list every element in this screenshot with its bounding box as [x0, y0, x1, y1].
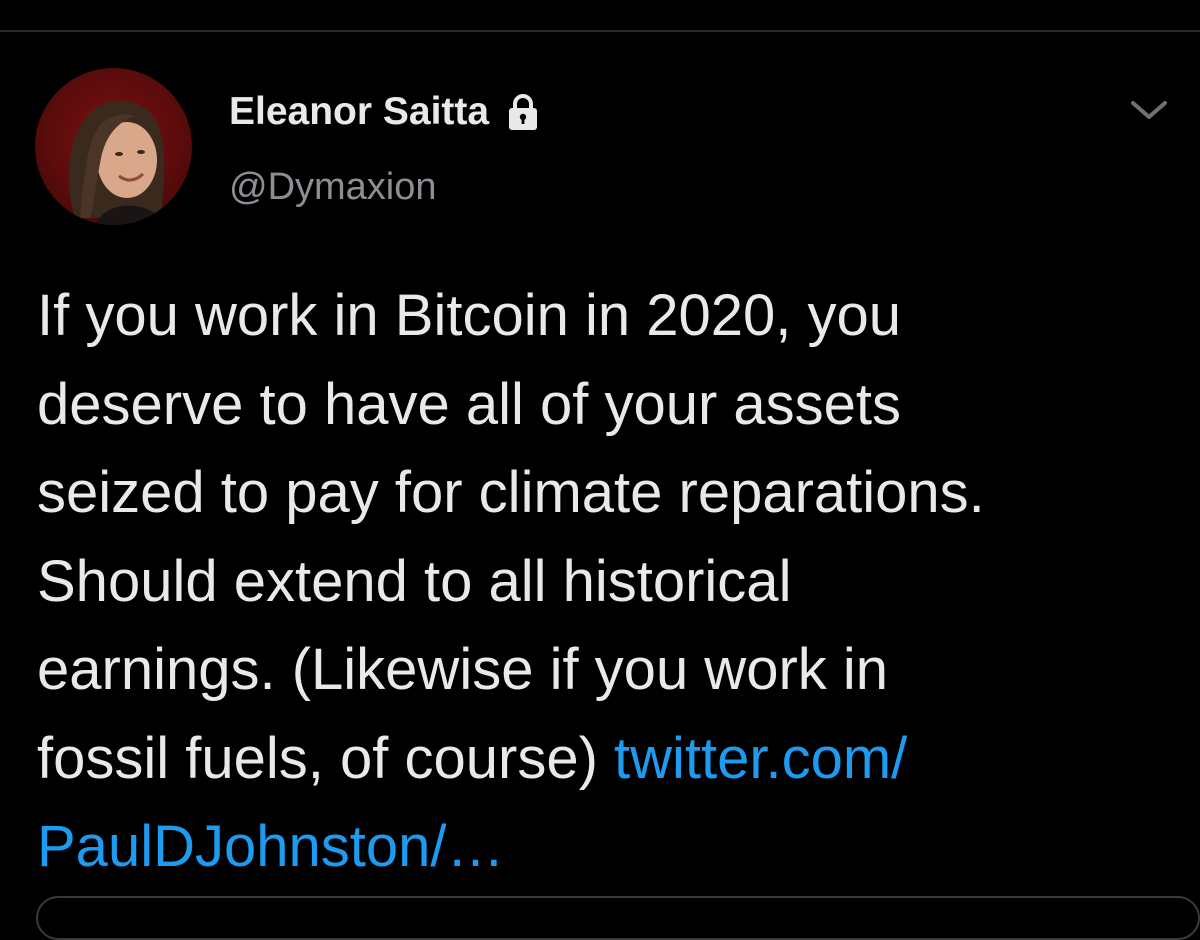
- tweet-text-line: If you work in Bitcoin in 2020, you: [37, 283, 902, 348]
- link-preview-card[interactable]: [36, 896, 1200, 940]
- tweet-text: If you work in Bitcoin in 2020, you dese…: [37, 272, 1177, 892]
- tweet-text-fragment: fossil fuels, of course): [37, 725, 614, 791]
- display-name[interactable]: Eleanor Saitta: [229, 88, 543, 136]
- tweet: Eleanor Saitta @Dymaxion If you work in …: [0, 0, 1200, 940]
- tweet-text-line: deserve to have all of your assets: [37, 371, 902, 437]
- user-handle[interactable]: @Dymaxion: [229, 164, 437, 210]
- chevron-down-icon[interactable]: [1128, 95, 1170, 125]
- lock-icon: [503, 92, 543, 132]
- display-name-text: Eleanor Saitta: [229, 90, 490, 133]
- avatar-photo: [68, 100, 165, 225]
- tweet-text-line: earnings. (Likewise if you work in: [37, 637, 889, 702]
- tweet-text-line: PaulDJohnston/…: [37, 803, 1177, 892]
- tweet-link-continued[interactable]: PaulDJohnston/…: [37, 814, 504, 879]
- avatar[interactable]: [35, 68, 192, 225]
- tweet-text-line: Should extend to all historical: [37, 548, 792, 614]
- tweet-link[interactable]: twitter.com/: [614, 726, 907, 791]
- tweet-text-line-with-link: fossil fuels, of course) twitter.com/: [37, 715, 1177, 804]
- tweet-text-line: seized to pay for climate reparations.: [37, 460, 985, 525]
